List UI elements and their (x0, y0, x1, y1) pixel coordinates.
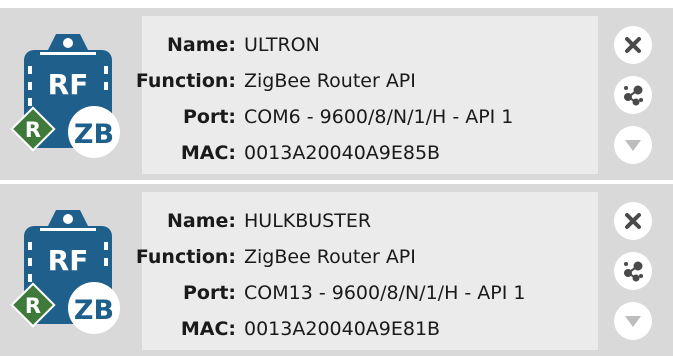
discover-nodes-button[interactable] (614, 76, 652, 114)
port-value: COM13 - 9600/8/N/1/H - API 1 (244, 282, 526, 304)
name-label: Name: (166, 210, 236, 232)
module-logo-text: RF (48, 68, 89, 101)
name-row: Name: HULKBUSTER (142, 204, 598, 238)
remove-module-button[interactable] (614, 26, 652, 64)
mac-label: MAC: (180, 318, 236, 340)
mac-value: 0013A20040A9E81B (244, 318, 441, 340)
network-discover-icon (624, 261, 643, 282)
function-row: Function: ZigBee Router API (136, 240, 598, 274)
mac-row: MAC: 0013A20040A9E85B (142, 136, 598, 170)
port-row: Port: COM6 - 9600/8/N/1/H - API 1 (142, 100, 598, 134)
mac-row: MAC: 0013A20040A9E81B (142, 312, 598, 346)
module-logo-text: RF (48, 244, 89, 277)
xbee-module-icon: RF R ZB (10, 22, 140, 162)
router-role-text: R (25, 294, 41, 318)
zigbee-protocol-text: ZB (74, 295, 114, 326)
router-role-text: R (25, 118, 41, 142)
xbee-module-icon: RF R ZB (10, 198, 140, 338)
port-label: Port: (182, 106, 236, 128)
mac-label: MAC: (180, 142, 236, 164)
port-row: Port: COM13 - 9600/8/N/1/H - API 1 (142, 276, 598, 310)
close-icon (625, 213, 641, 229)
name-value: ULTRON (244, 34, 320, 56)
radio-module-card[interactable]: RF R ZB Name: HULKBUSTER Function: ZigBe… (0, 184, 673, 356)
name-label: Name: (166, 34, 236, 56)
remove-module-button[interactable] (614, 202, 652, 240)
function-value: ZigBee Router API (244, 246, 416, 268)
expand-module-button[interactable] (614, 302, 652, 340)
discover-nodes-button[interactable] (614, 252, 652, 290)
zigbee-protocol-badge: ZB (68, 106, 120, 158)
zigbee-protocol-text: ZB (74, 119, 114, 150)
mac-value: 0013A20040A9E85B (244, 142, 441, 164)
function-row: Function: ZigBee Router API (136, 64, 598, 98)
function-label: Function: (135, 70, 236, 92)
module-actions (614, 26, 656, 176)
module-info-panel: Name: ULTRON Function: ZigBee Router API… (136, 16, 598, 174)
module-actions (614, 202, 656, 352)
radio-module-card[interactable]: RF R ZB Name: ULTRON Function: ZigBee Ro… (0, 8, 673, 180)
radio-module-list: RF R ZB Name: ULTRON Function: ZigBee Ro… (0, 0, 673, 356)
chevron-down-icon (625, 140, 641, 151)
close-icon (625, 37, 641, 53)
network-discover-icon (624, 85, 643, 106)
name-value: HULKBUSTER (244, 210, 372, 232)
function-label: Function: (135, 246, 236, 268)
chevron-down-icon (625, 316, 641, 327)
expand-module-button[interactable] (614, 126, 652, 164)
name-row: Name: ULTRON (142, 28, 598, 62)
port-value: COM6 - 9600/8/N/1/H - API 1 (244, 106, 514, 128)
module-info-panel: Name: HULKBUSTER Function: ZigBee Router… (136, 192, 598, 350)
function-value: ZigBee Router API (244, 70, 416, 92)
port-label: Port: (182, 282, 236, 304)
zigbee-protocol-badge: ZB (68, 282, 120, 334)
